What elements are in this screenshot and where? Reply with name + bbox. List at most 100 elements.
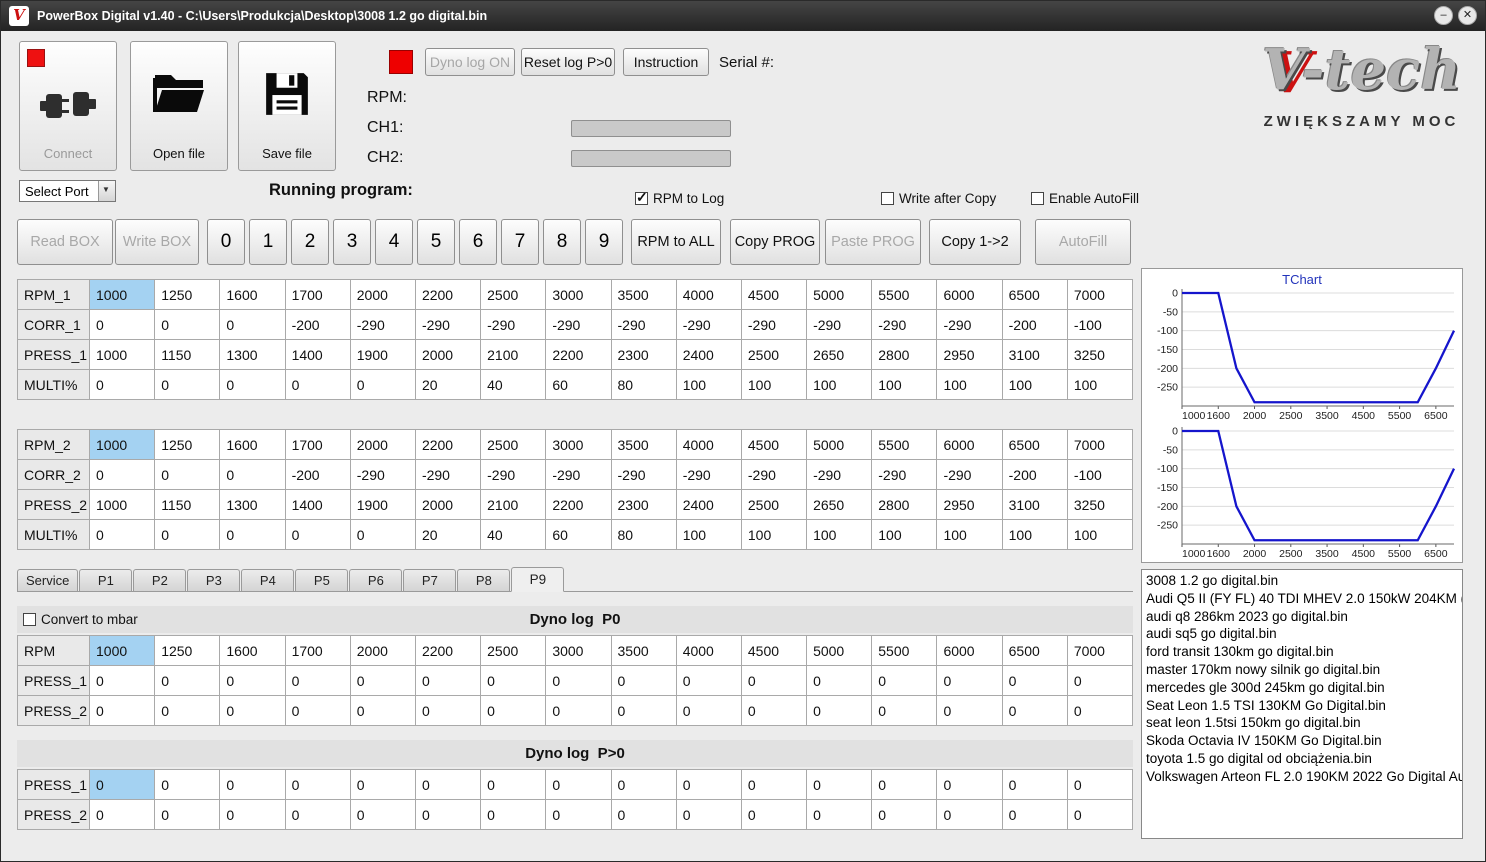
table-cell[interactable]: 0	[414, 769, 482, 800]
table-cell[interactable]: 6500	[1001, 429, 1068, 460]
table-cell[interactable]: 0	[610, 665, 677, 696]
file-list-item[interactable]: audi sq5 go digital.bin	[1142, 625, 1462, 643]
file-list-item[interactable]: 3008 1.2 go digital.bin	[1142, 572, 1462, 590]
table-cell[interactable]: 0	[414, 695, 482, 726]
table-cell[interactable]: 0	[349, 665, 416, 696]
table-cell[interactable]: 2000	[349, 279, 416, 310]
tab-p2[interactable]: P2	[133, 569, 187, 591]
table-cell[interactable]: 0	[88, 519, 156, 550]
file-list-item[interactable]: ford transit 130km go digital.bin	[1142, 643, 1462, 661]
table-cell[interactable]: 100	[871, 369, 938, 400]
table-cell[interactable]: 5000	[806, 279, 873, 310]
file-list-item[interactable]: Skoda Octavia IV 150KM Go Digital.bin	[1142, 732, 1462, 750]
reset-log-button[interactable]: Reset log P>0	[521, 48, 615, 76]
table-cell[interactable]: 1600	[219, 429, 286, 460]
table-cell[interactable]: 1400	[284, 339, 351, 370]
table-cell[interactable]: 0	[806, 665, 873, 696]
table-cell[interactable]: -100	[1066, 309, 1134, 340]
digit-button-0[interactable]: 0	[207, 219, 245, 265]
table-cell[interactable]: 2800	[871, 339, 938, 370]
table-cell[interactable]: 0	[740, 665, 808, 696]
table-cell[interactable]: 2000	[414, 489, 482, 520]
enable-autofill-checkbox[interactable]: Enable AutoFill	[1031, 191, 1139, 206]
table-cell[interactable]: 0	[1001, 769, 1068, 800]
table-cell[interactable]: 2500	[480, 635, 547, 666]
table-cell[interactable]: 1700	[284, 635, 351, 666]
instruction-button[interactable]: Instruction	[623, 48, 709, 76]
table-cell[interactable]: 3250	[1066, 339, 1134, 370]
table-cell[interactable]: 0	[675, 665, 742, 696]
table-cell[interactable]: 0	[871, 769, 938, 800]
table-cell[interactable]: 0	[154, 309, 221, 340]
table-cell[interactable]: -290	[806, 309, 873, 340]
table-cell[interactable]: 2200	[414, 429, 482, 460]
table-cell[interactable]: 0	[88, 695, 156, 726]
table-cell[interactable]: 0	[806, 799, 873, 830]
table-cell[interactable]: 2100	[480, 489, 547, 520]
table-cell[interactable]: 0	[154, 799, 221, 830]
table-cell[interactable]: 0	[675, 695, 742, 726]
table-cell[interactable]: 2200	[414, 279, 482, 310]
table-cell[interactable]: 0	[349, 769, 416, 800]
table-cell[interactable]: 0	[88, 459, 156, 490]
file-list-item[interactable]: master 170km nowy silnik go digital.bin	[1142, 661, 1462, 679]
table-cell[interactable]: 1400	[284, 489, 351, 520]
table-cell[interactable]: 0	[480, 769, 547, 800]
table-cell[interactable]: 0	[88, 769, 156, 800]
table-cell[interactable]: 0	[154, 695, 221, 726]
table-cell[interactable]: 40	[480, 519, 547, 550]
table-cell[interactable]: 6000	[936, 429, 1003, 460]
table-cell[interactable]: 0	[806, 769, 873, 800]
rpm-to-all-button[interactable]: RPM to ALL	[631, 219, 721, 265]
table-cell[interactable]: 3000	[545, 279, 612, 310]
table-cell[interactable]: -290	[740, 459, 808, 490]
file-list-item[interactable]: Volkswagen Arteon FL 2.0 190KM 2022 Go D…	[1142, 768, 1462, 786]
rpm-to-log-checkbox[interactable]: RPM to Log	[635, 189, 724, 206]
select-port-dropdown[interactable]: Select Port	[19, 180, 116, 202]
table-cell[interactable]: 4500	[740, 429, 808, 460]
table-cell[interactable]: 0	[871, 665, 938, 696]
table-cell[interactable]: 0	[284, 665, 351, 696]
digit-button-5[interactable]: 5	[417, 219, 455, 265]
table-cell[interactable]: 0	[871, 695, 938, 726]
connect-button[interactable]: Connect	[19, 41, 117, 171]
table-cell[interactable]: 0	[88, 665, 156, 696]
table-cell[interactable]: 2000	[414, 339, 482, 370]
table-cell[interactable]: -290	[349, 309, 416, 340]
table-cell[interactable]: 1000	[88, 635, 156, 666]
table-cell[interactable]: -290	[610, 459, 677, 490]
table-cell[interactable]: 5000	[806, 429, 873, 460]
table-cell[interactable]: 100	[871, 519, 938, 550]
table-cell[interactable]: 100	[740, 369, 808, 400]
table-cell[interactable]: 4500	[740, 635, 808, 666]
table-cell[interactable]: 0	[219, 369, 286, 400]
tab-p4[interactable]: P4	[241, 569, 295, 591]
table-cell[interactable]: 0	[219, 665, 286, 696]
table-cell[interactable]: 6500	[1001, 635, 1068, 666]
digit-button-9[interactable]: 9	[585, 219, 623, 265]
table-cell[interactable]: 3100	[1001, 489, 1068, 520]
table-cell[interactable]: 2500	[740, 339, 808, 370]
table-cell[interactable]: 0	[284, 799, 351, 830]
table-cell[interactable]: 4000	[675, 279, 742, 310]
table-cell[interactable]: 4000	[675, 429, 742, 460]
table-cell[interactable]: 0	[545, 799, 612, 830]
table-cell[interactable]: 2200	[545, 339, 612, 370]
table-cell[interactable]: 100	[675, 519, 742, 550]
digit-button-1[interactable]: 1	[249, 219, 287, 265]
paste-prog-button[interactable]: Paste PROG	[825, 219, 921, 265]
table-cell[interactable]: -100	[1066, 459, 1134, 490]
table-cell[interactable]: 0	[936, 769, 1003, 800]
table-cell[interactable]: 0	[284, 369, 351, 400]
table-cell[interactable]: 7000	[1066, 279, 1134, 310]
table-cell[interactable]: 6500	[1001, 279, 1068, 310]
table-cell[interactable]: 2500	[480, 279, 547, 310]
file-list[interactable]: 3008 1.2 go digital.bin Audi Q5 II (FY FL…	[1141, 569, 1463, 839]
table-cell[interactable]: 0	[1001, 695, 1068, 726]
table-cell[interactable]: 1150	[154, 489, 221, 520]
write-box-button[interactable]: Write BOX	[115, 219, 199, 265]
table-cell[interactable]: 20	[414, 369, 482, 400]
table-cell[interactable]: 1250	[154, 429, 221, 460]
table-cell[interactable]: 0	[545, 695, 612, 726]
table-cell[interactable]: 20	[414, 519, 482, 550]
